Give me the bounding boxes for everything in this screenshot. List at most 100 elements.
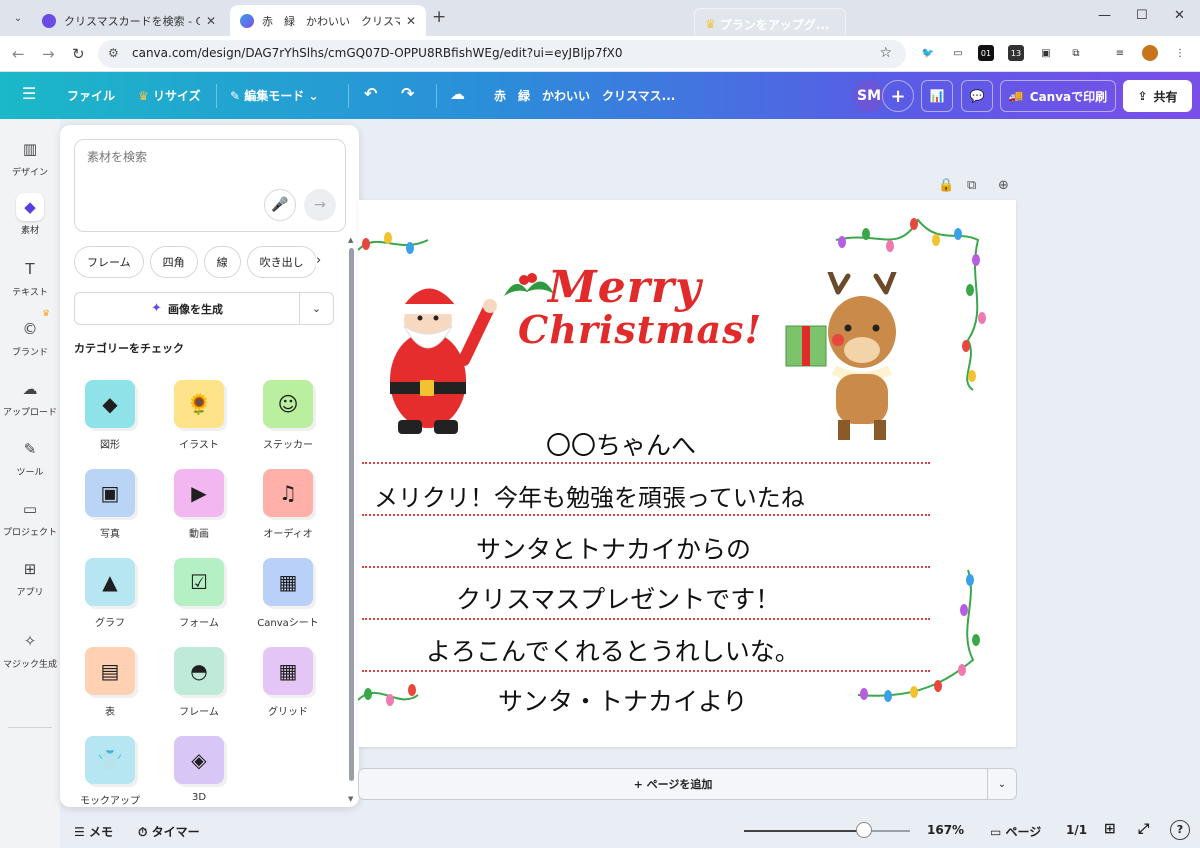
- timer-button[interactable]: ⏱ タイマー: [138, 823, 200, 840]
- category-smiley[interactable]: ☺ ステッカー: [244, 380, 332, 451]
- print-button[interactable]: 🚚 Canvaで印刷: [1000, 80, 1116, 112]
- chip-line[interactable]: 線: [203, 246, 241, 278]
- extension-bird-icon[interactable]: 🐦: [920, 45, 936, 61]
- forward-icon[interactable]: →: [42, 45, 55, 63]
- category-chart[interactable]: ▲ グラフ: [66, 558, 154, 629]
- tab-close-icon[interactable]: ✕: [206, 14, 216, 28]
- mic-icon[interactable]: 🎤: [264, 189, 296, 221]
- rail-item-text[interactable]: T テキスト: [0, 255, 60, 298]
- rail-item-upload[interactable]: ☁ アップロード: [0, 375, 60, 418]
- profile-avatar-icon[interactable]: [1142, 45, 1158, 61]
- christmas-card-page[interactable]: Merry Christmas! 〇〇ちゃんへ メリクリ！今年も勉強を頑張ってい…: [358, 200, 1016, 747]
- insights-chart-icon[interactable]: 📊: [921, 80, 953, 112]
- category-table[interactable]: ▤ 表: [66, 647, 154, 718]
- file-menu[interactable]: ファイル: [67, 87, 115, 104]
- zoom-slider[interactable]: [744, 830, 910, 832]
- maximize-icon[interactable]: ☐: [1136, 8, 1148, 23]
- add-page-icon[interactable]: ⊕: [998, 178, 1009, 193]
- rail-item-design[interactable]: ▥ デザイン: [0, 135, 60, 178]
- media-control-icon[interactable]: ≡: [1112, 45, 1128, 61]
- category-music[interactable]: ♫ オーディオ: [244, 469, 332, 540]
- extensions-puzzle-icon[interactable]: ⧉: [1068, 45, 1084, 61]
- category-shapes[interactable]: ◆ 図形: [66, 380, 154, 451]
- pages-button[interactable]: ▭ ページ: [990, 823, 1041, 840]
- generate-image-button[interactable]: ✦ 画像を生成: [74, 292, 300, 325]
- duplicate-page-icon[interactable]: ⧉: [967, 178, 976, 193]
- edit-mode-button[interactable]: ✎ 編集モード ⌄: [230, 87, 319, 104]
- share-button[interactable]: ⇪ 共有: [1123, 80, 1192, 112]
- document-title[interactable]: 赤 緑 かわいい クリスマス...: [494, 87, 675, 104]
- extension-cast-icon[interactable]: ▭: [950, 45, 966, 61]
- browser-menu-icon[interactable]: ⋮: [1172, 45, 1188, 61]
- chevron-down-icon[interactable]: ⌄: [299, 292, 334, 325]
- chevron-down-icon[interactable]: ⌄: [987, 768, 1017, 800]
- user-avatar[interactable]: SM: [853, 80, 885, 112]
- zoom-slider-handle[interactable]: [855, 822, 872, 838]
- tab-close-icon[interactable]: ✕: [406, 14, 416, 28]
- cloud-saved-icon[interactable]: ☁: [450, 85, 465, 103]
- extension-01-icon[interactable]: 01: [978, 45, 994, 61]
- category-sunflower[interactable]: 🌻 イラスト: [155, 380, 243, 451]
- browser-tab-design[interactable]: 赤 緑 かわいい クリスマスカード ✕: [230, 5, 426, 36]
- extension-box-icon[interactable]: ▣: [1038, 45, 1054, 61]
- lock-icon[interactable]: 🔒: [938, 178, 954, 193]
- main-menu-icon[interactable]: ☰: [22, 84, 36, 103]
- browser-tab-search[interactable]: クリスマスカードを検索 - Canva ✕: [32, 5, 226, 36]
- elements-search-input[interactable]: [87, 150, 327, 164]
- chip-square[interactable]: 四角: [149, 246, 198, 278]
- category-frame[interactable]: ◓ フレーム: [155, 647, 243, 718]
- new-tab-button[interactable]: +: [432, 7, 446, 27]
- rail-item-brand[interactable]: © ブランド ♛: [0, 309, 60, 358]
- card-line-4[interactable]: クリスマスプレゼントです！: [456, 580, 780, 616]
- help-icon[interactable]: ?: [1170, 820, 1190, 840]
- scroll-up-icon[interactable]: ▲: [348, 236, 353, 244]
- chip-frame[interactable]: フレーム: [74, 246, 144, 278]
- arrow-right-icon[interactable]: →: [304, 189, 336, 221]
- category-photo[interactable]: ▣ 写真: [66, 469, 154, 540]
- panel-scrollbar[interactable]: [349, 248, 354, 781]
- fullscreen-icon[interactable]: ⤢: [1138, 821, 1149, 837]
- zoom-level[interactable]: 167%: [927, 823, 964, 837]
- bookmark-star-icon[interactable]: ☆: [879, 45, 892, 61]
- category-form[interactable]: ☑ フォーム: [155, 558, 243, 629]
- back-icon[interactable]: ←: [12, 45, 25, 63]
- minimize-icon[interactable]: —: [1098, 8, 1111, 23]
- url-field[interactable]: ⚙ canva.com/design/DAG7rYhSlhs/cmGQ07D-O…: [98, 40, 906, 68]
- rail-item-apps[interactable]: ⊞ アプリ: [0, 555, 60, 598]
- chip-speech-bubble[interactable]: 吹き出し: [246, 246, 317, 278]
- comment-icon[interactable]: 💬: [961, 80, 993, 112]
- grid-view-icon[interactable]: ⊞: [1104, 821, 1116, 837]
- rail-item-elements[interactable]: ◆ 素材: [0, 193, 60, 236]
- tab-search-icon[interactable]: ⌄: [8, 8, 28, 28]
- category-sheet[interactable]: ▦ Canvaシート: [244, 558, 332, 629]
- santa-illustration[interactable]: [368, 270, 508, 450]
- rail-item-tools[interactable]: ✎ ツール: [0, 435, 60, 478]
- category-tshirt[interactable]: 👕 モックアップ: [66, 736, 154, 807]
- category-grid[interactable]: ▦ グリッド: [244, 647, 332, 718]
- redo-icon[interactable]: ↷: [401, 84, 414, 103]
- card-line-3[interactable]: サンタとトナカイからの: [476, 530, 751, 566]
- card-line-2[interactable]: メリクリ！今年も勉強を頑張っていたね: [374, 478, 805, 513]
- category-cube[interactable]: ◈ 3D: [155, 736, 243, 803]
- card-line-5[interactable]: よろこんでくれるとうれしいな。: [426, 632, 800, 668]
- chevron-right-icon[interactable]: ›: [316, 253, 322, 268]
- undo-icon[interactable]: ↶: [364, 84, 377, 103]
- close-window-icon[interactable]: ✕: [1174, 8, 1185, 23]
- reload-icon[interactable]: ↻: [72, 45, 85, 63]
- add-page-button[interactable]: + ページを追加: [358, 768, 988, 800]
- card-line-6[interactable]: サンタ・トナカイより: [498, 682, 748, 718]
- resize-button[interactable]: ♛ リサイズ: [138, 87, 201, 104]
- merry-christmas-title[interactable]: Merry Christmas!: [518, 262, 762, 352]
- site-info-icon[interactable]: ⚙: [108, 46, 119, 60]
- scroll-down-icon[interactable]: ▼: [348, 795, 353, 803]
- page-count[interactable]: 1/1: [1066, 823, 1087, 837]
- rail-item-projects[interactable]: ▭ プロジェクト: [0, 495, 60, 538]
- category-play[interactable]: ▶ 動画: [155, 469, 243, 540]
- add-collaborator-button[interactable]: +: [882, 80, 914, 112]
- card-line-1[interactable]: 〇〇ちゃんへ: [546, 426, 696, 462]
- reindeer-illustration[interactable]: [778, 272, 928, 452]
- extension-13-icon[interactable]: 13: [1008, 45, 1024, 61]
- rail-item-magic[interactable]: ✧ マジック生成: [0, 627, 60, 670]
- notes-button[interactable]: ☰ メモ: [74, 823, 113, 840]
- upgrade-button[interactable]: ♛ プランをアップグ...: [694, 8, 846, 40]
